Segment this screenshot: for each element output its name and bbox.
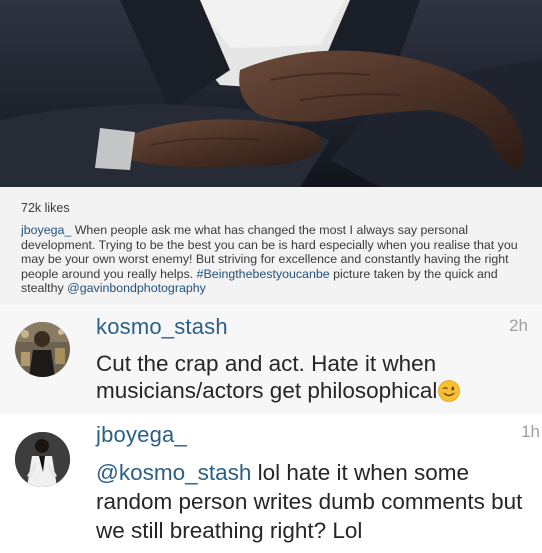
caption-username[interactable]: jboyega_ — [21, 223, 71, 237]
caption-mention[interactable]: @gavinbondphotography — [67, 281, 206, 295]
comment-item: kosmo_stash 2h Cut the crap and act. Hat… — [0, 306, 542, 414]
comment-timestamp: 2h — [509, 316, 528, 335]
caption-hashtag[interactable]: #Beingthebestyoucanbe — [197, 267, 330, 281]
avatar[interactable] — [15, 432, 70, 487]
avatar[interactable] — [15, 322, 70, 377]
comment-username[interactable]: kosmo_stash — [96, 314, 228, 340]
post-caption: jboyega_ When people ask me what has cha… — [21, 223, 526, 296]
comment-timestamp: 1h — [521, 422, 540, 441]
comment-text: Cut the crap and act. Hate it when music… — [96, 350, 536, 404]
post-photo[interactable] — [0, 0, 542, 187]
comment-text: @kosmo_stash lol hate it when some rando… — [96, 458, 536, 545]
post-photo-image — [0, 0, 542, 187]
comment-username[interactable]: jboyega_ — [96, 422, 187, 448]
likes-count[interactable]: 72k likes — [21, 201, 542, 215]
comment-item: jboyega_ 1h @kosmo_stash lol hate it whe… — [0, 414, 542, 553]
winking-face-icon — [438, 380, 461, 402]
comment-mention[interactable]: @kosmo_stash — [96, 460, 251, 485]
post-caption-section: 72k likes jboyega_ When people ask me wh… — [0, 187, 542, 305]
comment-body: Cut the crap and act. Hate it when music… — [96, 351, 438, 403]
